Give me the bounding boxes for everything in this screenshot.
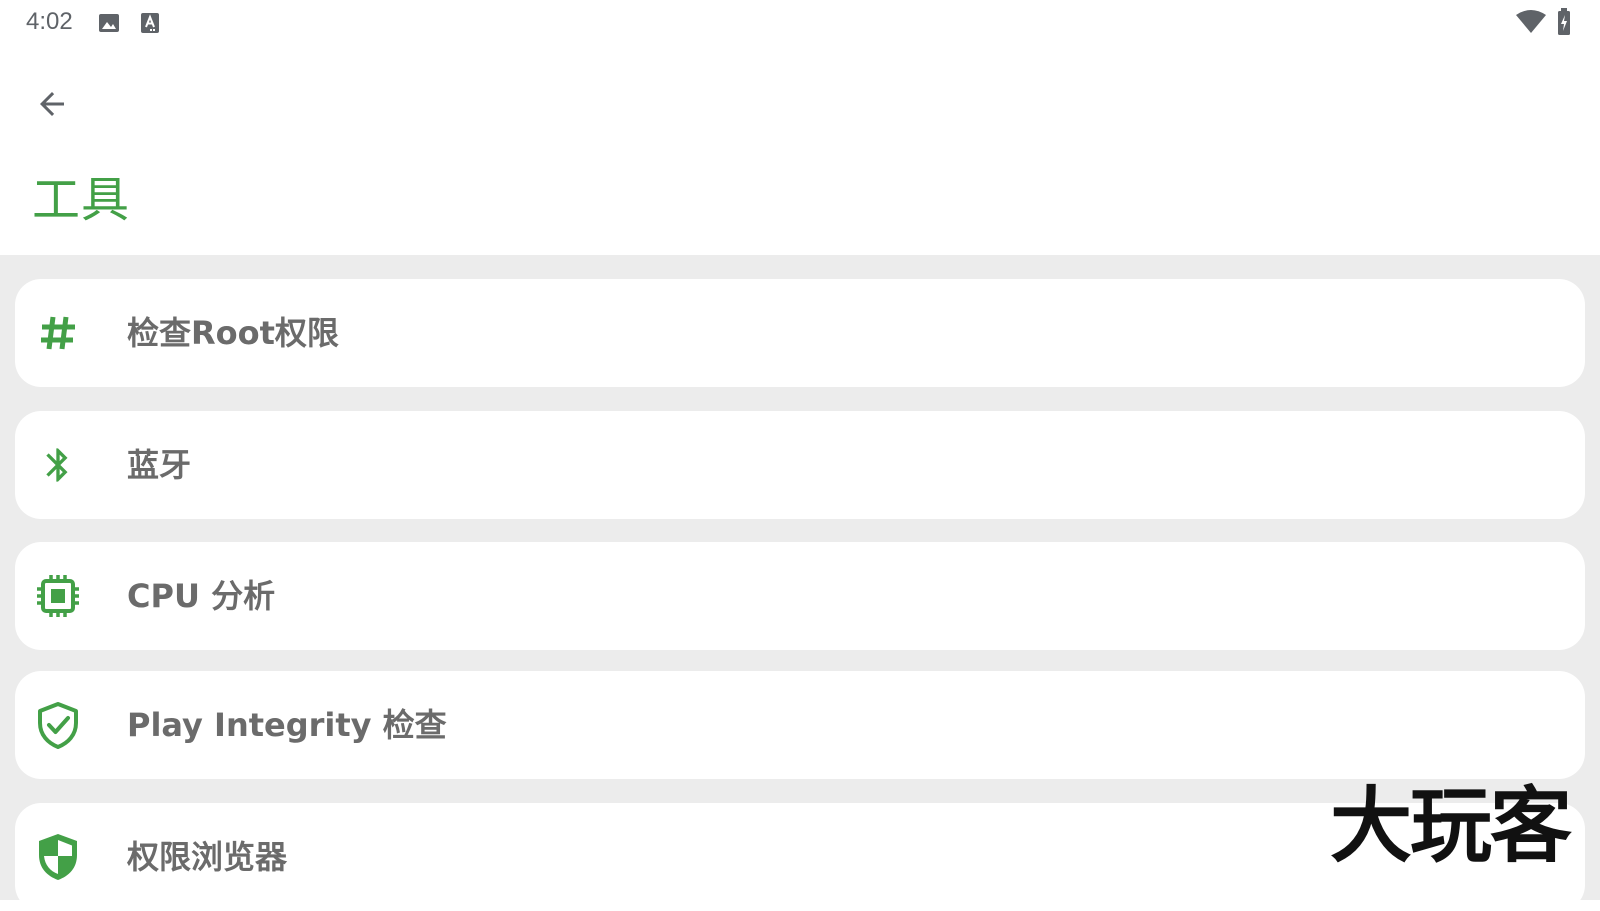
list-item-label: Play Integrity 检查: [127, 706, 447, 744]
list-item-label: 蓝牙: [127, 446, 192, 484]
page-title: 工具: [32, 172, 131, 228]
back-button[interactable]: [26, 78, 78, 130]
battery-charging-icon: [1558, 8, 1570, 35]
watermark-logo: 大玩客: [1329, 778, 1572, 874]
keyboard-notification-icon: [141, 13, 159, 33]
bluetooth-icon: [33, 440, 83, 490]
shield-check-icon: [33, 700, 83, 750]
security-shield-icon: [33, 832, 83, 882]
list-item-check-root[interactable]: 检查Root权限: [15, 279, 1585, 387]
image-notification-icon: [99, 14, 119, 32]
status-bar: 4:02: [0, 0, 1600, 46]
list-item-cpu-analysis[interactable]: CPU 分析: [15, 542, 1585, 650]
hash-icon: [33, 308, 83, 358]
app-bar: 工具: [0, 46, 1600, 255]
wifi-icon: [1516, 10, 1546, 33]
cpu-icon: [33, 571, 83, 621]
status-time: 4:02: [26, 8, 73, 35]
list-item-label: 权限浏览器: [127, 838, 288, 876]
list-item-label: 检查Root权限: [127, 314, 339, 352]
list-item-bluetooth[interactable]: 蓝牙: [15, 411, 1585, 519]
list-item-label: CPU 分析: [127, 577, 276, 615]
arrow-back-icon: [40, 92, 64, 116]
